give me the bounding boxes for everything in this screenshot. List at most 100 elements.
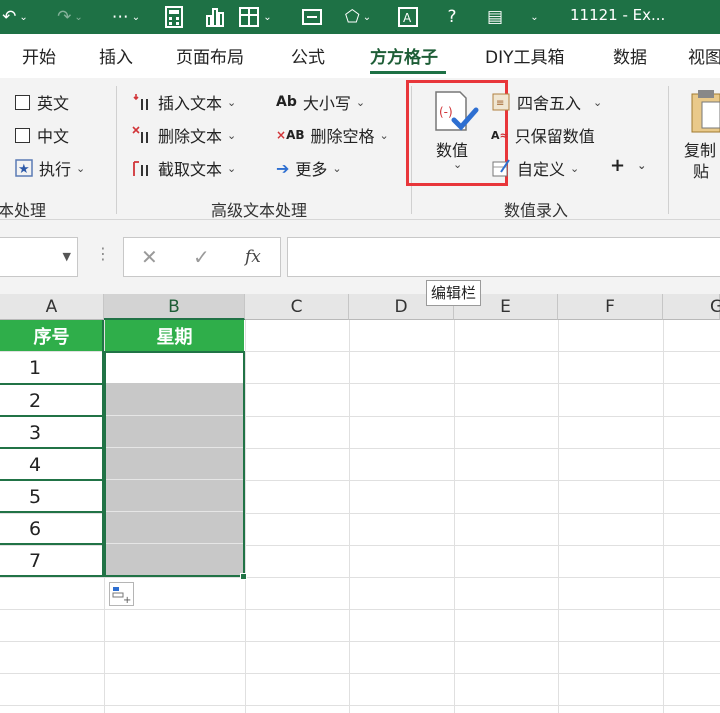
redo-button[interactable]: ↷ ⌄ [50, 4, 90, 30]
chevron-down-icon: ⌄ [227, 161, 237, 175]
help-button[interactable]: ? [438, 4, 466, 30]
round-icon: ≡ [491, 92, 511, 112]
screen-icon [302, 9, 322, 25]
insert-text-button[interactable]: 插入文本 ⌄ [132, 90, 236, 114]
column-header-a[interactable]: A [0, 294, 104, 320]
active-tab-indicator [370, 71, 446, 74]
execute-label: 执行 [39, 160, 72, 179]
redo-icon: ↷ [57, 7, 72, 27]
keep-numbers-icon: A ≈ [491, 128, 509, 142]
english-label: 英文 [37, 94, 70, 113]
keep-numbers-label: 只保留数值 [514, 127, 595, 146]
table-cell-index[interactable]: 7 [0, 545, 70, 576]
keep-numbers-button[interactable]: A ≈ 只保留数值 [491, 123, 595, 147]
text-box-icon: A [398, 7, 418, 27]
chevron-down-icon: ⌄ [332, 161, 342, 175]
calculator-button[interactable] [160, 4, 188, 30]
table-cell-index[interactable]: 2 [0, 385, 70, 416]
chevron-down-icon: ⌄ [76, 161, 86, 175]
table-cell-index[interactable]: 4 [0, 449, 70, 480]
table-border [0, 575, 104, 577]
table-cell-index[interactable]: 5 [0, 481, 70, 512]
custom-button[interactable]: 自定义 ⌄ [491, 156, 579, 180]
table-format-button[interactable]: ⌄ [238, 4, 272, 30]
table-border [0, 415, 104, 417]
table-cell-index[interactable]: 1 [0, 353, 70, 383]
case-button[interactable]: Ab 大小写 ⌄ [276, 90, 365, 114]
delete-text-button[interactable]: 删除文本 ⌄ [132, 123, 236, 147]
document-button[interactable]: ▤ [480, 4, 510, 30]
group-label-numeric-entry: 数值录入 [504, 201, 569, 220]
custom-label: 自定义 [517, 160, 566, 179]
screenshot-button[interactable] [298, 4, 326, 30]
shapes-button[interactable]: ⬠ ⌄ [336, 4, 380, 30]
name-box[interactable]: ▼ [0, 237, 78, 277]
star-icon: ★ [15, 159, 33, 177]
chevron-down-icon: ⌄ [227, 128, 237, 142]
insert-text-icon [132, 92, 152, 112]
english-checkbox[interactable]: 英文 [15, 90, 69, 114]
column-header-c[interactable]: C [245, 294, 349, 320]
chevron-down-icon: ⌄ [530, 11, 539, 23]
insert-text-label: 插入文本 [158, 94, 223, 113]
case-icon: Ab [276, 94, 297, 110]
plus-icon: + [610, 155, 626, 176]
cancel-icon[interactable]: ✕ [141, 245, 158, 269]
help-icon: ? [447, 7, 457, 27]
selection-border [104, 351, 245, 577]
tab-page-layout[interactable]: 页面布局 [176, 43, 244, 68]
fill-handle[interactable] [240, 573, 247, 580]
chevron-down-icon: ⌄ [570, 161, 580, 175]
undo-button[interactable]: ↶ ⌄ [0, 4, 30, 30]
formula-bar-tooltip: 编辑栏 [426, 280, 482, 306]
table-border [0, 447, 104, 449]
tab-view[interactable]: 视图 [688, 43, 720, 68]
chevron-down-icon: ⌄ [593, 95, 603, 109]
borders-icon: ⋯ [111, 7, 129, 27]
row-line [0, 673, 720, 674]
group-separator [668, 86, 669, 214]
function-icon[interactable]: fx [245, 247, 261, 267]
delete-spaces-button[interactable]: × AB 删除空格 ⌄ [276, 123, 389, 147]
round-button[interactable]: ≡ 四舍五入 ⌄ [491, 90, 602, 114]
add-button[interactable]: + ⌄ [610, 155, 646, 176]
chevron-down-icon: ⌄ [355, 95, 366, 109]
table-border [0, 511, 104, 513]
column-header-b[interactable]: B [104, 294, 245, 320]
formula-input[interactable] [287, 237, 720, 277]
title-bar: ↶ ⌄ ↷ ⌄ ⋯ ⌄ ⌄ ⬠ ⌄ A ? ▤ ⌄ 11121 - Ex... [0, 0, 720, 34]
tab-fangfang[interactable]: 方方格子 [370, 43, 438, 68]
chevron-down-icon: ⌄ [379, 128, 389, 142]
chart-button[interactable] [200, 4, 230, 30]
header-cell-weekday[interactable]: 星期 [105, 320, 244, 351]
tab-insert[interactable]: 插入 [99, 43, 133, 68]
paste-button[interactable]: 贴 [693, 158, 709, 182]
table-cell-index[interactable]: 6 [0, 513, 70, 544]
quick-analysis-button[interactable]: + [109, 582, 134, 606]
borders-button[interactable]: ⋯ ⌄ [104, 4, 148, 30]
chinese-label: 中文 [37, 127, 70, 146]
column-header-f[interactable]: F [558, 294, 663, 320]
tab-formulas[interactable]: 公式 [291, 43, 325, 68]
drag-handle-icon[interactable]: ⋮ [95, 244, 111, 263]
checkbox-icon [15, 127, 30, 143]
svg-text:≡: ≡ [496, 98, 504, 109]
bar-chart-icon [206, 8, 224, 27]
tab-data[interactable]: 数据 [613, 43, 647, 68]
tab-home[interactable]: 开始 [22, 43, 56, 68]
more-button[interactable]: ➔ 更多 ⌄ [276, 156, 342, 180]
execute-button[interactable]: ★ 执行 ⌄ [15, 156, 85, 180]
tab-diy-toolbox[interactable]: DIY工具箱 [485, 43, 565, 68]
confirm-icon[interactable]: ✓ [193, 245, 210, 269]
formula-bar: ▼ ⋮ ✕ ✓ fx [0, 220, 720, 294]
table-cell-index[interactable]: 3 [0, 417, 70, 448]
more-label: 更多 [295, 160, 328, 179]
customize-qat-button[interactable]: ⌄ [522, 4, 544, 30]
text-box-button[interactable]: A [394, 4, 422, 30]
extract-text-label: 截取文本 [158, 160, 223, 179]
chinese-checkbox[interactable]: 中文 [15, 123, 69, 147]
extract-text-button[interactable]: 截取文本 ⌄ [132, 156, 236, 180]
column-header-g[interactable]: G [663, 294, 720, 320]
header-cell-index[interactable]: 序号 [0, 320, 103, 351]
case-label: 大小写 [302, 94, 351, 113]
